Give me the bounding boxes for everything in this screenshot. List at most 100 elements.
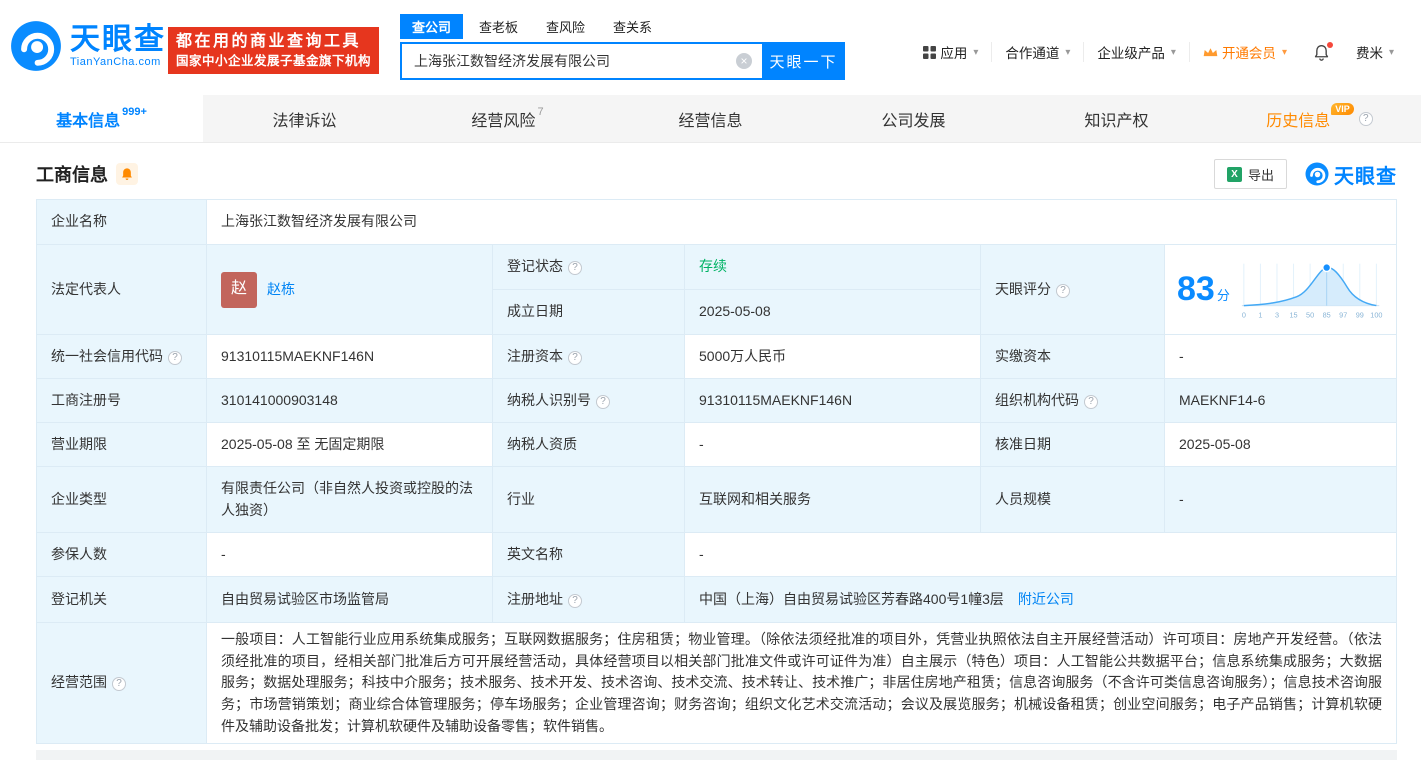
main-content: 工商信息 X 导出 天眼查 企业名称 上海张江数智经济发展有限公司 法定代表人 … <box>0 143 1421 761</box>
value-business-term: 2025-05-08 至 无固定期限 <box>206 422 493 467</box>
business-info-table: 企业名称 上海张江数智经济发展有限公司 法定代表人 赵 赵栋 登记状态? 存续 … <box>36 199 1397 745</box>
svg-text:0: 0 <box>1242 310 1246 319</box>
search-input[interactable] <box>400 42 762 80</box>
help-icon[interactable]: ? <box>168 350 182 365</box>
label-text: 成立日期 <box>507 303 563 320</box>
search-button[interactable]: 天眼一下 <box>762 42 845 80</box>
export-button[interactable]: X 导出 <box>1213 159 1287 189</box>
label-text: 纳税人资质 <box>507 435 577 452</box>
value-legal-representative: 赵 赵栋 <box>206 244 493 335</box>
help-icon[interactable]: ? <box>596 394 610 409</box>
search-tab-company[interactable]: 查公司 <box>400 14 464 39</box>
label-insured-count: 参保人数 <box>36 532 207 577</box>
tab-operational-risk[interactable]: 经营风险 7 <box>406 95 609 142</box>
label-business-registration-no: 工商注册号 <box>36 378 207 423</box>
label-registered-address: 注册地址? <box>492 576 685 623</box>
company-section-tabs: 基本信息 999+ 法律诉讼 经营风险 7 经营信息 公司发展 知识产权 历史信… <box>0 95 1421 143</box>
svg-text:85: 85 <box>1322 310 1330 319</box>
tab-label: 历史信息 <box>1266 112 1331 130</box>
caret-down-icon: ▾ <box>1170 46 1176 58</box>
tab-company-development[interactable]: 公司发展 <box>812 95 1015 142</box>
tab-intellectual-property[interactable]: 知识产权 <box>1015 95 1218 142</box>
apps-grid-icon <box>923 45 937 59</box>
help-icon[interactable]: ? <box>568 593 582 608</box>
svg-text:3: 3 <box>1275 310 1279 319</box>
search-tab-relation[interactable]: 查关系 <box>601 14 664 39</box>
label-tianyan-score: 天眼评分? <box>980 244 1165 335</box>
tab-label: 知识产权 <box>1084 112 1149 130</box>
crown-icon <box>1203 48 1218 57</box>
value-industry: 互联网和相关服务 <box>684 466 981 533</box>
nearby-companies-link[interactable]: 附近公司 <box>1018 591 1074 607</box>
help-icon[interactable]: ? <box>568 261 582 276</box>
label-registration-authority: 登记机关 <box>36 576 207 623</box>
label-text: 行业 <box>507 490 535 507</box>
legal-rep-avatar: 赵 <box>221 271 257 308</box>
notification-dot <box>1326 41 1333 48</box>
label-text: 参保人数 <box>51 545 107 562</box>
search-area: 查公司 查老板 查风险 查关系 × 天眼一下 <box>400 14 845 80</box>
nav-user-menu[interactable]: 费米 ▾ <box>1343 42 1407 62</box>
help-icon[interactable]: ? <box>1056 283 1070 298</box>
score-distribution-chart: 0 1 3 15 50 85 97 99 100 <box>1242 262 1382 319</box>
label-text: 实缴资本 <box>995 347 1051 364</box>
tab-history-info[interactable]: 历史信息 VIP ? <box>1218 95 1421 142</box>
section-header: 工商信息 X 导出 天眼查 <box>36 143 1397 199</box>
legal-rep-link[interactable]: 赵栋 <box>267 279 295 301</box>
top-nav: 应用 ▾ 合作通道 ▾ 企业级产品 ▾ 开通会员 ▾ 费米 ▾ <box>910 41 1407 62</box>
label-company-name: 企业名称 <box>36 199 207 245</box>
help-icon[interactable]: ? <box>568 350 582 365</box>
label-organization-code: 组织机构代码? <box>980 378 1165 423</box>
help-icon[interactable]: ? <box>112 677 126 692</box>
label-text: 营业期限 <box>51 435 107 452</box>
label-text: 企业类型 <box>51 490 107 507</box>
label-text: 核准日期 <box>995 435 1051 452</box>
search-tab-boss[interactable]: 查老板 <box>467 14 530 39</box>
search-box: × <box>400 42 762 80</box>
tab-label: 基本信息 <box>56 112 121 130</box>
promo-banner: 都在用的商业查询工具 国家中小企业发展子基金旗下机构 <box>168 27 380 74</box>
tab-label: 经营信息 <box>678 112 743 130</box>
label-text: 法定代表人 <box>51 280 121 297</box>
tab-label: 公司发展 <box>881 112 946 130</box>
label-text: 人员规模 <box>995 490 1051 507</box>
tab-basic-info[interactable]: 基本信息 999+ <box>0 95 203 142</box>
value-organization-code: MAEKNF14-6 <box>1164 378 1397 423</box>
value-staff-size: - <box>1164 466 1397 533</box>
svg-text:99: 99 <box>1356 310 1364 319</box>
caret-down-icon: ▾ <box>1065 46 1071 58</box>
nav-open-vip[interactable]: 开通会员 ▾ <box>1188 42 1300 62</box>
nav-notifications[interactable] <box>1300 41 1343 61</box>
label-text: 注册地址 <box>507 590 563 607</box>
monitor-bell-icon[interactable] <box>116 163 138 185</box>
nav-apps[interactable]: 应用 ▾ <box>910 42 991 62</box>
nav-cooperation[interactable]: 合作通道 ▾ <box>991 42 1083 62</box>
nav-cooperation-label: 合作通道 <box>1005 46 1060 61</box>
nav-enterprise-label: 企业级产品 <box>1097 46 1165 61</box>
label-company-type: 企业类型 <box>36 466 207 533</box>
label-text: 经营范围 <box>51 674 107 691</box>
tab-label: 经营风险 <box>471 112 536 130</box>
tianyancha-logo[interactable]: 天眼查 TianYanCha.com <box>10 20 166 72</box>
clear-search-icon[interactable]: × <box>736 53 752 69</box>
section-title: 工商信息 <box>36 165 108 185</box>
label-business-term: 营业期限 <box>36 422 207 467</box>
help-icon[interactable]: ? <box>1358 111 1373 126</box>
label-text: 统一社会信用代码 <box>51 347 163 364</box>
label-registered-capital: 注册资本? <box>492 334 685 379</box>
nav-username: 费米 <box>1355 46 1383 61</box>
value-insured-count: - <box>206 532 493 577</box>
brand-name: 天眼查 <box>70 23 166 56</box>
nav-enterprise-products[interactable]: 企业级产品 ▾ <box>1083 42 1189 62</box>
status-badge: 存续 <box>699 258 727 275</box>
search-tab-risk[interactable]: 查风险 <box>534 14 597 39</box>
label-text: 登记机关 <box>51 590 107 607</box>
tab-legal-litigation[interactable]: 法律诉讼 <box>203 95 406 142</box>
registered-address-text: 中国（上海）自由贸易试验区芳春路400号1幢3层 <box>699 590 1004 607</box>
help-icon[interactable]: ? <box>1084 394 1098 409</box>
tab-operating-info[interactable]: 经营信息 <box>609 95 812 142</box>
watermark-label: 天眼查 <box>1334 165 1397 188</box>
caret-down-icon: ▾ <box>1281 46 1287 58</box>
label-business-scope: 经营范围? <box>36 621 207 745</box>
promo-line1: 都在用的商业查询工具 <box>176 33 362 50</box>
